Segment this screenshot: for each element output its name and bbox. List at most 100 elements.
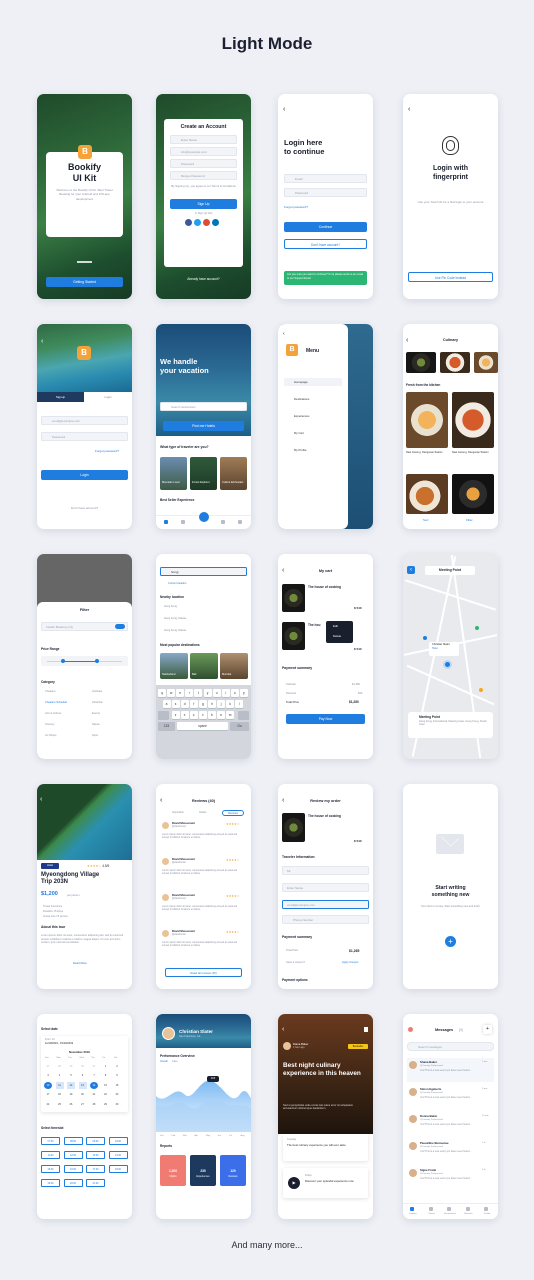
calendar-day[interactable]: 12: [67, 1081, 75, 1089]
key-x[interactable]: x: [180, 711, 189, 719]
title-select[interactable]: Mr.: [282, 866, 369, 875]
calendar-day[interactable]: 27: [79, 1101, 87, 1108]
key-a[interactable]: a: [162, 700, 171, 708]
forgot-password-link[interactable]: Forgot password?: [95, 449, 119, 453]
calendar-day[interactable]: 20: [79, 1091, 87, 1098]
timeslot-option[interactable]: 17:00: [86, 1165, 105, 1173]
password-field[interactable]: Password: [41, 432, 128, 441]
password-field[interactable]: Password: [284, 188, 367, 197]
key-q[interactable]: q: [158, 689, 166, 697]
pay-now-button[interactable]: Pay Now: [286, 714, 365, 724]
map-callout[interactable]: Christian Slater Hotel: [429, 642, 459, 656]
calendar-day[interactable]: 1: [102, 1063, 110, 1070]
calendar-day[interactable]: 28: [56, 1063, 64, 1070]
saved-icon[interactable]: [181, 520, 185, 524]
login-button[interactable]: Login: [41, 470, 128, 480]
play-icon[interactable]: ▶: [288, 1177, 300, 1189]
calendar-day[interactable]: 31: [90, 1063, 98, 1070]
menu-item-cart[interactable]: My Cart: [284, 429, 342, 437]
tab-reviews[interactable]: Reviews: [222, 810, 244, 816]
key-l[interactable]: l: [235, 700, 244, 708]
location-item[interactable]: Hong Kong, Macau: [164, 629, 186, 633]
no-account-link[interactable]: Don't have account?: [37, 506, 132, 510]
calendar-day[interactable]: 6: [79, 1072, 87, 1079]
space-key[interactable]: space: [177, 722, 228, 730]
key-j[interactable]: j: [217, 700, 226, 708]
message-row[interactable]: Shana Baker @Cmunity Professional Yes! Thi…: [407, 1058, 494, 1082]
key-v[interactable]: v: [198, 711, 207, 719]
apply-coupon-link[interactable]: Apply Coupon: [342, 961, 358, 965]
menu-item-profile[interactable]: My Profile: [284, 446, 342, 454]
edit-option[interactable]: Edit: [333, 624, 338, 628]
calendar-day[interactable]: 3: [44, 1072, 52, 1079]
retype-password-field[interactable]: Retype Password: [170, 171, 237, 180]
back-icon[interactable]: ‹: [283, 106, 285, 113]
no-account-button[interactable]: Don't have account?: [284, 239, 367, 249]
profile-icon[interactable]: [238, 520, 242, 524]
explore-icon[interactable]: [164, 520, 168, 524]
email-field[interactable]: info@example.com: [170, 147, 237, 156]
story-image[interactable]: [474, 352, 498, 373]
calendar-day[interactable]: 7: [90, 1072, 98, 1079]
key-m[interactable]: m: [226, 711, 235, 719]
calendar-day[interactable]: 29: [102, 1101, 110, 1108]
key-i[interactable]: i: [221, 689, 230, 697]
cart-item-title[interactable]: The house of cooking: [308, 585, 341, 589]
calendar-day[interactable]: 29: [67, 1063, 75, 1070]
calendar-day[interactable]: 16: [113, 1082, 121, 1089]
timeslot-option[interactable]: 09:00: [86, 1137, 105, 1145]
location-item[interactable]: Hong Kong, Macau: [164, 617, 186, 621]
back-icon[interactable]: ‹: [282, 1026, 284, 1033]
story-image[interactable]: [406, 352, 436, 373]
calendar-day[interactable]: 26: [67, 1101, 75, 1108]
map-marker-icon[interactable]: [479, 688, 483, 692]
forgot-password-link[interactable]: Forgot password?: [284, 205, 308, 209]
avatar[interactable]: [162, 1027, 175, 1040]
price-min-handle[interactable]: [61, 659, 65, 663]
key-w[interactable]: w: [167, 689, 176, 697]
use-pin-button[interactable]: Use Pin Code Instead: [408, 272, 493, 282]
menu-item-destinations[interactable]: Destinations: [284, 395, 342, 403]
calendar-day[interactable]: 25: [56, 1101, 64, 1108]
report-card-experiences[interactable]: 239 Experiences: [190, 1155, 216, 1186]
calendar-day[interactable]: 18: [56, 1091, 64, 1098]
category-option[interactable]: Art Shops: [45, 734, 56, 738]
timeslot-option[interactable]: 14:00: [108, 1151, 128, 1159]
tab-label[interactable]: Destinations: [442, 1212, 458, 1216]
destination-card[interactable]: Mumbai: [220, 653, 248, 679]
email-field[interactable]: Email: [284, 174, 367, 183]
location-pin-icon[interactable]: [443, 660, 452, 669]
category-option[interactable]: Nature: [92, 723, 100, 727]
key-s[interactable]: s: [171, 700, 180, 708]
calendar-day[interactable]: 13: [78, 1081, 87, 1089]
numbers-key[interactable]: 123: [158, 722, 175, 730]
name-field[interactable]: Enter Name: [170, 135, 237, 144]
category-option[interactable]: Attraction: [92, 701, 103, 705]
map-marker-icon[interactable]: [475, 626, 479, 630]
sort-button[interactable]: Sort: [423, 518, 429, 522]
timeslot-option[interactable]: 18:00: [108, 1165, 128, 1173]
tab-login[interactable]: Login: [84, 392, 132, 402]
google-icon[interactable]: [203, 219, 210, 226]
message-row[interactable]: Donna Baker @Cmunity Professional Yes! Thi…: [407, 1112, 494, 1136]
read-all-reviews-button[interactable]: Read all reviews (40): [165, 968, 242, 977]
find-hotels-button[interactable]: Find me Hotels: [163, 421, 244, 431]
key-d[interactable]: d: [180, 700, 189, 708]
getting-started-button[interactable]: Getting Started: [46, 277, 123, 287]
menu-item-experiences[interactable]: Experiences: [284, 412, 342, 420]
password-field[interactable]: Password: [170, 159, 237, 168]
cart-item-image[interactable]: [282, 622, 305, 650]
message-row[interactable]: Signe Frank @Cmunity Professional Yes! Thi…: [407, 1166, 494, 1190]
report-card-flights[interactable]: 1,200 Flights: [160, 1155, 186, 1186]
dish-image[interactable]: [452, 474, 494, 514]
location-item[interactable]: Hong Kong: [164, 605, 177, 609]
category-forest[interactable]: Forest Explorer: [190, 457, 217, 490]
destination-card[interactable]: Bali: [190, 653, 218, 679]
key-k[interactable]: k: [226, 700, 235, 708]
sign-up-button[interactable]: Sign Up: [170, 199, 237, 209]
article-card[interactable]: ▶ Friday Discover your splendid experien…: [283, 1168, 368, 1198]
filter-button[interactable]: Filter: [466, 518, 473, 522]
tab-signup[interactable]: Signup: [37, 392, 84, 402]
timeslot-option[interactable]: 12:00: [63, 1151, 83, 1159]
calendar-day[interactable]: 24: [44, 1101, 52, 1108]
